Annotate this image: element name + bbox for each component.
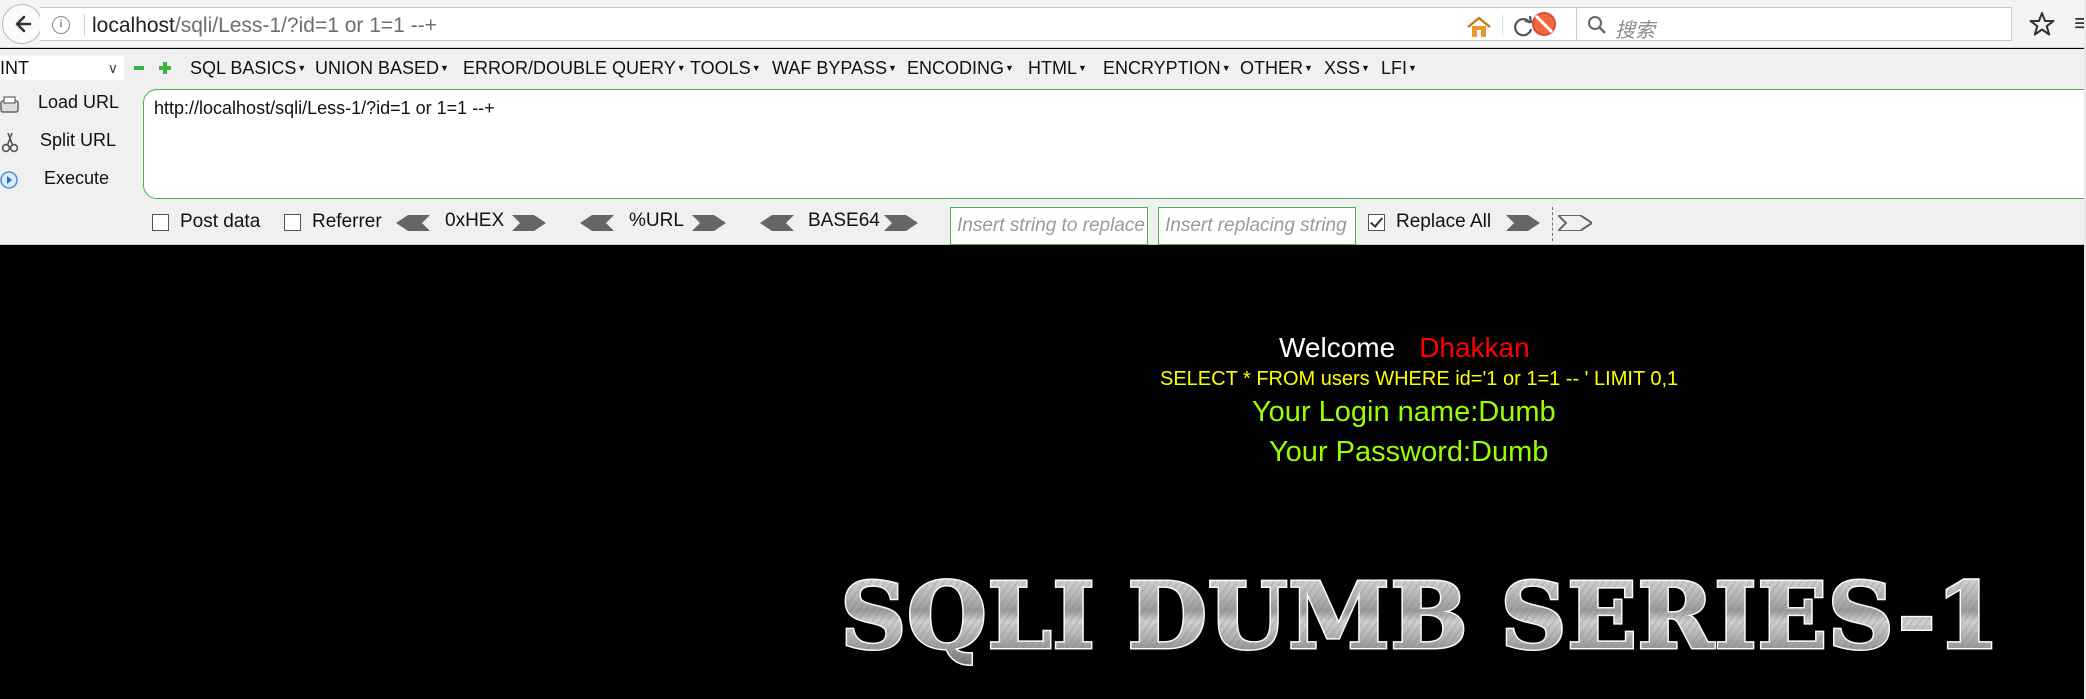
caret-icon: ▼ (1221, 63, 1231, 73)
chevron-down-icon: ∨ (107, 60, 118, 76)
search-icon (1588, 16, 1606, 34)
referrer-checkbox[interactable] (284, 214, 301, 231)
caret-icon: ▼ (1408, 63, 1417, 73)
caret-icon: ▼ (440, 63, 449, 73)
caret-icon: ▼ (1005, 63, 1014, 73)
menu-label: OTHER (1240, 58, 1303, 78)
menu-xss[interactable]: XSS▼ (1324, 58, 1370, 79)
plus-icon[interactable] (158, 61, 172, 75)
url-encode-label: %URL (629, 210, 684, 231)
menu-html[interactable]: HTML▼ (1028, 58, 1087, 79)
password-text: Your Password:Dumb (1269, 436, 1549, 468)
split-url-label: Split URL (40, 130, 117, 150)
split-url-button[interactable]: Split URL (0, 128, 140, 156)
execute-button[interactable]: Execute (0, 166, 140, 194)
menu-union-based[interactable]: UNION BASED▼ (315, 58, 449, 79)
type-select-value: INT (0, 58, 29, 78)
back-button[interactable] (2, 4, 42, 44)
url-decode-arrow-icon[interactable] (580, 215, 614, 231)
svg-text:SQLI DUMB SERIES-1: SQLI DUMB SERIES-1 (840, 562, 2000, 666)
replace-all-checkbox[interactable] (1368, 214, 1385, 231)
page-content: Welcome Dhakkan SELECT * FROM users WHERE… (0, 246, 2086, 699)
address-divider (1502, 15, 1503, 35)
menu-label: ENCRYPTION (1103, 58, 1221, 78)
post-data-checkbox[interactable] (152, 214, 169, 231)
menu-label: ENCODING (907, 58, 1005, 78)
browser-navbar: i localhost/sqli/Less-1/?id=1 or 1=1 --+… (0, 0, 2086, 48)
menu-encoding[interactable]: ENCODING▼ (907, 58, 1014, 79)
post-data-label: Post data (180, 211, 261, 232)
address-url[interactable]: localhost/sqli/Less-1/?id=1 or 1=1 --+ (92, 14, 437, 38)
execute-icon (0, 171, 18, 189)
hackbar-menu-row: INT ∨ SQL BASICS▼ UNION BASED▼ ERROR/DOU… (0, 53, 2086, 81)
caret-icon: ▼ (1078, 63, 1087, 73)
address-divider (84, 14, 85, 36)
username-text: Dhakkan (1419, 332, 1530, 363)
minus-icon[interactable] (134, 66, 144, 70)
url-textarea-value: http://localhost/sqli/Less-1/?id=1 or 1=… (154, 98, 495, 118)
scissors-icon (1, 132, 19, 153)
menu-label: TOOLS (690, 58, 751, 78)
execute-label: Execute (44, 168, 110, 188)
replace-next-arrow-icon[interactable] (1558, 215, 1592, 231)
load-url-icon (0, 96, 19, 113)
menu-label: WAF BYPASS (772, 58, 888, 78)
menu-tools[interactable]: TOOLS▼ (690, 58, 761, 79)
caret-icon: ▼ (1361, 63, 1370, 73)
url-textarea[interactable]: http://localhost/sqli/Less-1/?id=1 or 1=… (143, 89, 2086, 199)
search-box[interactable]: 搜索 (1576, 7, 2012, 42)
search-placeholder: 搜索 (1615, 20, 1655, 42)
menu-label: XSS (1324, 58, 1361, 78)
replace-apply-arrow-icon[interactable] (1506, 215, 1540, 231)
load-url-label: Load URL (38, 92, 120, 112)
base64-encode-arrow-icon[interactable] (884, 215, 918, 231)
replace-find-input[interactable]: Insert string to replace (950, 207, 1148, 245)
caret-icon: ▼ (676, 63, 686, 73)
menu-lfi[interactable]: LFI▼ (1381, 58, 1417, 79)
menu-error-double-query[interactable]: ERROR/DOUBLE QUERY▼ (463, 58, 686, 79)
hex-encode-arrow-icon[interactable] (512, 215, 546, 231)
menu-label: LFI (1381, 58, 1408, 78)
load-url-button[interactable]: Load URL (0, 90, 140, 118)
hex-label: 0xHEX (445, 210, 505, 231)
type-select[interactable]: INT ∨ (0, 56, 124, 80)
menu-label: HTML (1028, 58, 1077, 78)
caret-icon: ▼ (888, 63, 897, 73)
menu-encryption[interactable]: ENCRYPTION▼ (1103, 58, 1231, 79)
menu-other[interactable]: OTHER▼ (1240, 58, 1313, 79)
url-encode-arrow-icon[interactable] (692, 215, 726, 231)
series-banner-image: SQLI DUMB SERIES-1 SQLI DUMB SERIES-1 (839, 561, 2002, 667)
address-bar[interactable]: i localhost/sqli/Less-1/?id=1 or 1=1 --+ (40, 7, 1608, 41)
welcome-text: Welcome (1279, 332, 1396, 363)
menu-label: SQL BASICS (190, 58, 297, 78)
toolbar-divider (1552, 207, 1553, 241)
replace-with-input[interactable]: Insert replacing string (1158, 207, 1356, 245)
replace-all-label: Replace All (1396, 211, 1492, 232)
hex-decode-arrow-icon[interactable] (396, 215, 430, 231)
bookmark-star-icon[interactable] (2028, 10, 2056, 38)
caret-icon: ▼ (297, 63, 307, 73)
referrer-label: Referrer (312, 211, 382, 232)
welcome-line: Welcome Dhakkan (1279, 332, 1530, 364)
menu-label: ERROR/DOUBLE QUERY (463, 58, 676, 78)
base64-label: BASE64 (808, 210, 880, 231)
back-arrow-icon (15, 15, 32, 33)
menu-label: UNION BASED (315, 58, 440, 78)
hackbar-options-row: Post data Referrer 0xHEX %URL BASE64 Ins… (0, 203, 2086, 245)
url-host: localhost (92, 14, 175, 37)
caret-icon: ▼ (751, 63, 761, 73)
sql-query-text: SELECT * FROM users WHERE id='1 or 1=1 -… (1160, 368, 1679, 390)
home-icon[interactable] (1466, 16, 1492, 38)
blocker-addon-icon[interactable] (1530, 10, 1558, 38)
base64-decode-arrow-icon[interactable] (760, 215, 794, 231)
menu-sql-basics[interactable]: SQL BASICS▼ (190, 58, 306, 79)
menu-waf-bypass[interactable]: WAF BYPASS▼ (772, 58, 897, 79)
url-path: /sqli/Less-1/?id=1 or 1=1 --+ (174, 14, 437, 37)
caret-icon: ▼ (1304, 63, 1313, 73)
hackbar-panel: INT ∨ SQL BASICS▼ UNION BASED▼ ERROR/DOU… (0, 49, 2086, 245)
site-info-icon[interactable]: i (52, 16, 70, 34)
login-name-text: Your Login name:Dumb (1252, 396, 1556, 428)
